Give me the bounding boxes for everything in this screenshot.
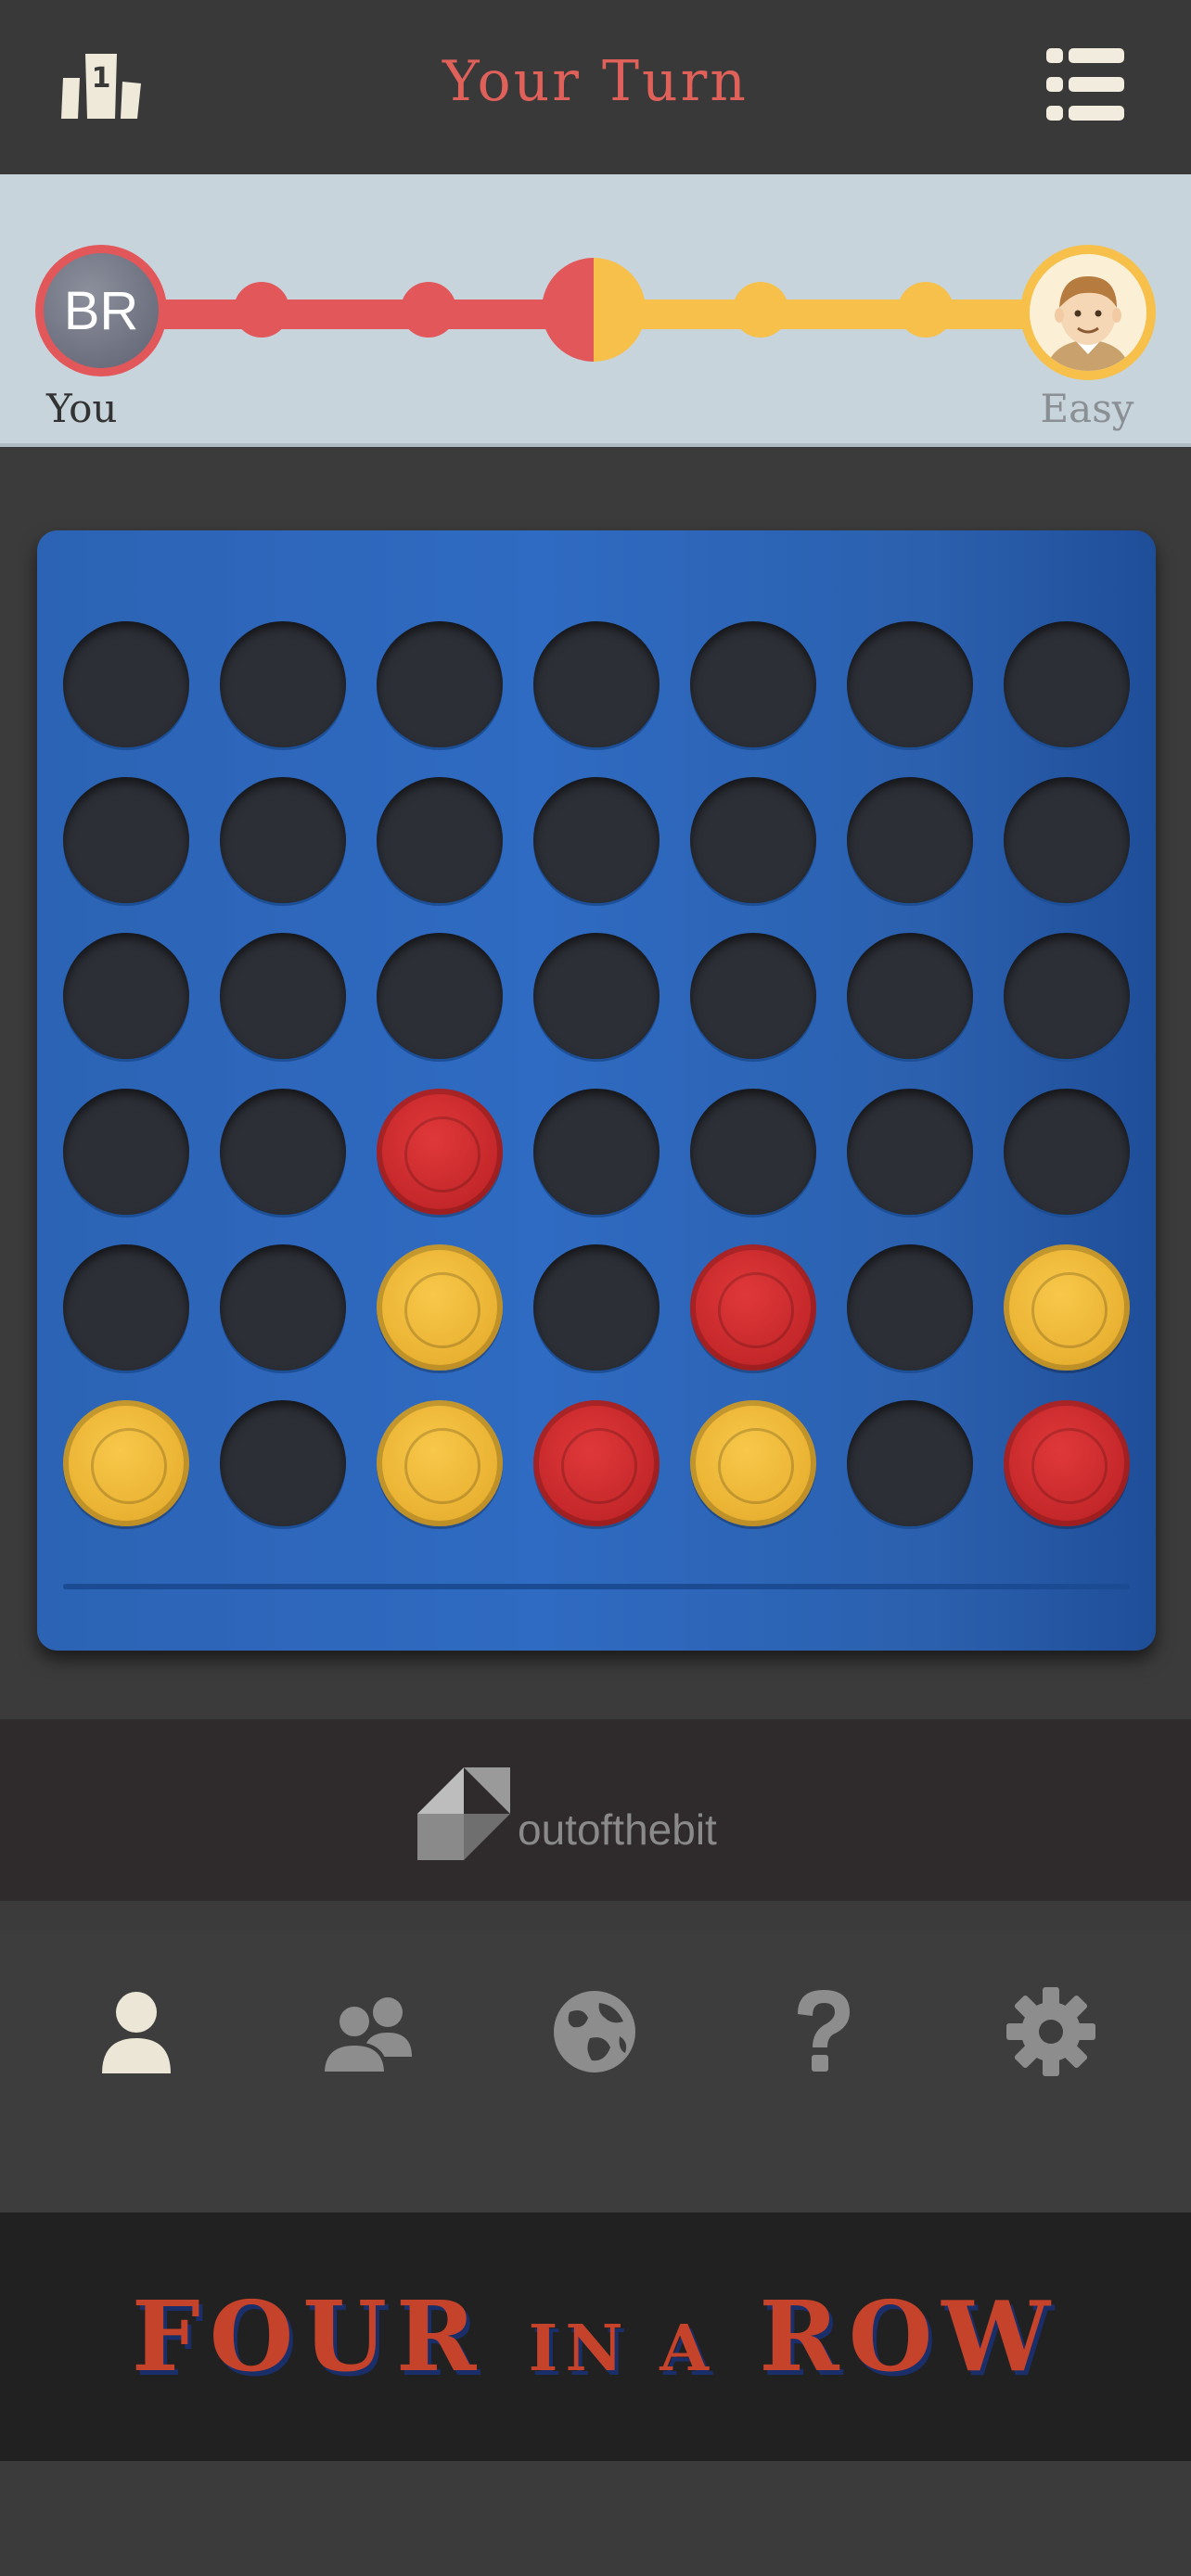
red-disc[interactable] [1004, 1400, 1130, 1526]
player-you-label: You [46, 386, 118, 431]
progress-dot [733, 282, 788, 338]
empty-slot[interactable] [220, 933, 346, 1059]
empty-slot[interactable] [63, 777, 189, 903]
empty-slot[interactable] [377, 777, 503, 903]
empty-slot[interactable] [1004, 1089, 1130, 1215]
empty-slot[interactable] [533, 1089, 660, 1215]
empty-slot[interactable] [533, 933, 660, 1059]
empty-slot[interactable] [220, 777, 346, 903]
empty-slot[interactable] [1004, 933, 1130, 1059]
empty-slot[interactable] [847, 933, 973, 1059]
empty-slot[interactable] [847, 1400, 973, 1526]
globe-icon[interactable] [544, 1981, 646, 2083]
empty-slot[interactable] [847, 1244, 973, 1371]
empty-slot[interactable] [847, 777, 973, 903]
empty-slot[interactable] [690, 933, 816, 1059]
svg-text:1: 1 [92, 62, 111, 95]
empty-slot[interactable] [690, 1089, 816, 1215]
progress-dot [234, 282, 289, 338]
game-logo: FOUR IN A ROW [0, 2213, 1191, 2461]
red-disc[interactable] [690, 1244, 816, 1371]
turn-progress-panel: You Easy [0, 174, 1191, 447]
red-disc[interactable] [533, 1400, 660, 1526]
turn-marker-yellow [594, 258, 646, 362]
cartoon-face-avatar-icon [1046, 276, 1130, 371]
player-you-avatar: BR [35, 245, 167, 376]
gear-icon[interactable] [1000, 1981, 1102, 2083]
red-disc[interactable] [377, 1089, 503, 1215]
empty-slot[interactable] [220, 621, 346, 747]
progress-dot [898, 282, 954, 338]
yellow-disc[interactable] [63, 1400, 189, 1526]
people-icon[interactable] [315, 1981, 417, 2083]
outofthebit-logo-icon [417, 1767, 510, 1860]
empty-slot[interactable] [63, 1244, 189, 1371]
empty-slot[interactable] [847, 1089, 973, 1215]
empty-slot[interactable] [220, 1400, 346, 1526]
turn-marker-red [542, 258, 594, 362]
board-base-rail [63, 1584, 1130, 1589]
ad-text: outofthebit [518, 1805, 717, 1854]
empty-slot[interactable] [63, 621, 189, 747]
ad-banner[interactable]: outofthebit [0, 1719, 1191, 1901]
mode-navigation-bar [0, 1931, 1191, 2211]
person-icon[interactable] [85, 1981, 187, 2083]
yellow-disc[interactable] [377, 1244, 503, 1371]
empty-slot[interactable] [533, 1244, 660, 1371]
empty-slot[interactable] [377, 933, 503, 1059]
game-logo-bar: FOUR IN A ROW [0, 2213, 1191, 2461]
empty-slot[interactable] [1004, 621, 1130, 747]
leaderboard-icon[interactable]: 1 [58, 46, 147, 124]
empty-slot[interactable] [690, 777, 816, 903]
question-mark-icon[interactable] [772, 1981, 874, 2083]
opponent-difficulty-label: Easy [1040, 386, 1134, 431]
yellow-disc[interactable] [377, 1400, 503, 1526]
empty-slot[interactable] [847, 621, 973, 747]
empty-slot[interactable] [220, 1244, 346, 1371]
turn-title: Your Turn [442, 49, 749, 114]
empty-slot[interactable] [533, 621, 660, 747]
empty-slot[interactable] [63, 933, 189, 1059]
empty-slot[interactable] [533, 777, 660, 903]
empty-slot[interactable] [690, 621, 816, 747]
empty-slot[interactable] [1004, 777, 1130, 903]
game-board[interactable] [37, 530, 1156, 1651]
opponent-avatar [1020, 245, 1156, 380]
empty-slot[interactable] [220, 1089, 346, 1215]
player-initials: BR [44, 253, 159, 368]
top-bar: Your Turn 1 [0, 0, 1191, 174]
logo-word-in-a: IN A [528, 2312, 717, 2386]
empty-slot[interactable] [377, 621, 503, 747]
logo-word-row: ROW [759, 2279, 1060, 2393]
empty-slot[interactable] [63, 1089, 189, 1215]
yellow-disc[interactable] [1004, 1244, 1130, 1371]
logo-word-four: FOUR [131, 2279, 486, 2393]
list-menu-icon[interactable] [1046, 45, 1124, 124]
yellow-disc[interactable] [690, 1400, 816, 1526]
progress-dot [401, 282, 456, 338]
